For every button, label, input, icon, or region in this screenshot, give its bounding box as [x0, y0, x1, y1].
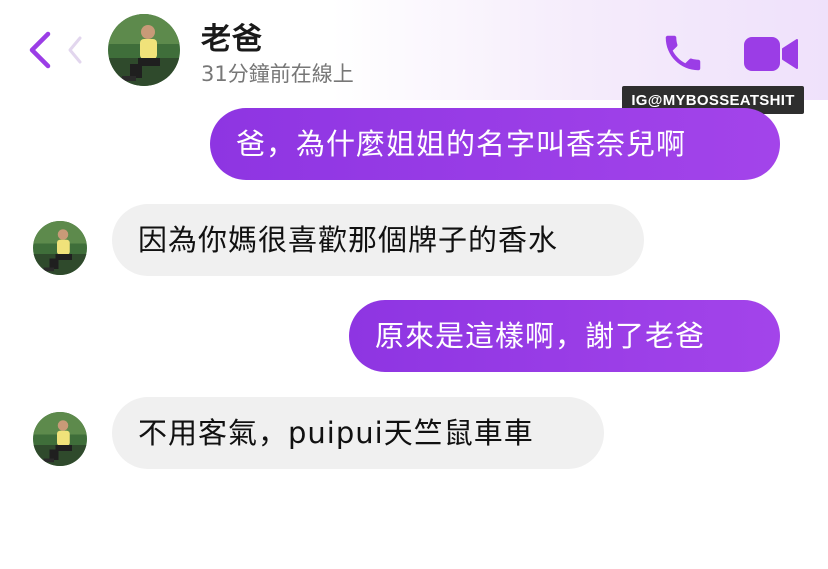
chat-header: 老爸 31分鐘前在線上	[0, 0, 828, 100]
phone-icon[interactable]	[660, 30, 706, 76]
outgoing-message[interactable]: 爸，為什麼姐姐的名字叫香奈兒啊	[210, 108, 780, 180]
incoming-message[interactable]: 因為你媽很喜歡那個牌子的香水	[112, 204, 644, 276]
sender-avatar[interactable]	[33, 412, 87, 466]
chevron-left-icon[interactable]	[22, 28, 62, 72]
contact-avatar[interactable]	[108, 14, 180, 86]
contact-name[interactable]: 老爸	[201, 14, 263, 58]
video-camera-icon[interactable]	[742, 34, 800, 74]
active-status: 31分鐘前在線上	[201, 62, 354, 86]
outgoing-message[interactable]: 原來是這樣啊，謝了老爸	[349, 300, 780, 372]
faded-chevron-icon	[68, 36, 82, 64]
sender-avatar[interactable]	[33, 221, 87, 275]
incoming-message[interactable]: 不用客氣，puipui天竺鼠車車	[112, 397, 604, 469]
